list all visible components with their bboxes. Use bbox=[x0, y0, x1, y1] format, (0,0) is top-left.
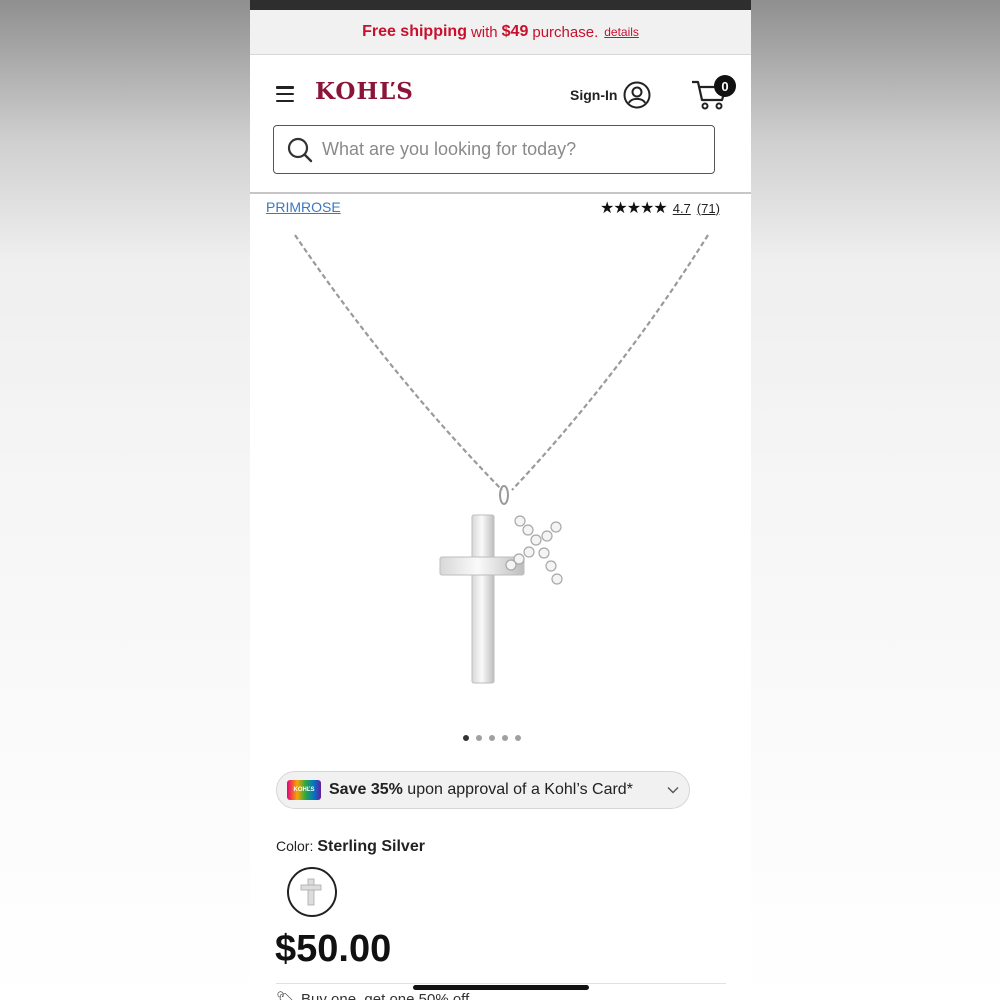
carousel-dot[interactable] bbox=[489, 735, 495, 741]
header-divider bbox=[250, 192, 751, 194]
sign-in-label: Sign-In bbox=[570, 87, 618, 103]
color-selector-label: Color: Sterling Silver bbox=[276, 838, 425, 856]
promo-details-link[interactable]: details bbox=[604, 25, 639, 39]
star-rating-icon: ★★★★★ bbox=[600, 200, 668, 217]
tag-icon: 🏷 bbox=[276, 991, 296, 1000]
promo-amount: $49 bbox=[501, 23, 529, 40]
color-swatch-sterling-silver[interactable] bbox=[287, 867, 337, 917]
product-price: $50.00 bbox=[275, 928, 392, 970]
rating-count[interactable]: (71) bbox=[697, 201, 720, 216]
carousel-dot[interactable] bbox=[463, 735, 469, 741]
search-icon[interactable] bbox=[286, 136, 314, 164]
status-bar bbox=[250, 0, 751, 10]
chevron-down-icon bbox=[667, 787, 679, 794]
search-input[interactable] bbox=[320, 138, 704, 161]
promo-rest: purchase. bbox=[532, 23, 599, 41]
necklace-thumbnail-icon bbox=[300, 878, 322, 906]
color-label: Color: bbox=[276, 838, 314, 854]
bogo-text: Buy one, get one 50% off bbox=[301, 990, 470, 1000]
cart-count-badge: 0 bbox=[714, 75, 736, 97]
product-image-necklace[interactable] bbox=[290, 225, 720, 715]
product-rating[interactable]: ★★★★★ 4.7 (71) bbox=[600, 198, 720, 218]
sign-in-button[interactable]: Sign-In bbox=[570, 81, 651, 109]
user-icon bbox=[623, 81, 651, 109]
promo-with: with bbox=[470, 23, 498, 41]
promo-highlight: Free shipping bbox=[362, 23, 467, 40]
site-header: KOHĽS Sign-In 0 bbox=[250, 56, 751, 126]
kohls-card-icon: KOHĽS bbox=[287, 780, 321, 800]
phone-screen: Free shipping with $49 purchase. details… bbox=[250, 0, 751, 1000]
offer-save: Save 35% bbox=[329, 781, 403, 798]
kohls-card-offer[interactable]: KOHĽS Save 35% upon approval of a Kohl’s… bbox=[276, 771, 690, 809]
bogo-offer[interactable]: 🏷 Buy one, get one 50% off bbox=[276, 990, 469, 1000]
kohls-logo[interactable]: KOHĽS bbox=[315, 78, 414, 105]
menu-icon[interactable] bbox=[276, 86, 294, 103]
promo-banner: Free shipping with $49 purchase. details bbox=[250, 10, 751, 55]
carousel-dot[interactable] bbox=[476, 735, 482, 741]
home-indicator bbox=[413, 985, 589, 990]
offer-text: upon approval of a Kohl’s Card* bbox=[407, 781, 633, 798]
rating-value: 4.7 bbox=[672, 200, 691, 216]
image-carousel-dots[interactable] bbox=[463, 735, 521, 741]
brand-link[interactable]: PRIMROSE bbox=[266, 199, 341, 215]
carousel-dot[interactable] bbox=[502, 735, 508, 741]
carousel-dot[interactable] bbox=[515, 735, 521, 741]
section-divider bbox=[276, 983, 726, 984]
color-value: Sterling Silver bbox=[317, 838, 425, 855]
search-box[interactable] bbox=[273, 125, 715, 174]
